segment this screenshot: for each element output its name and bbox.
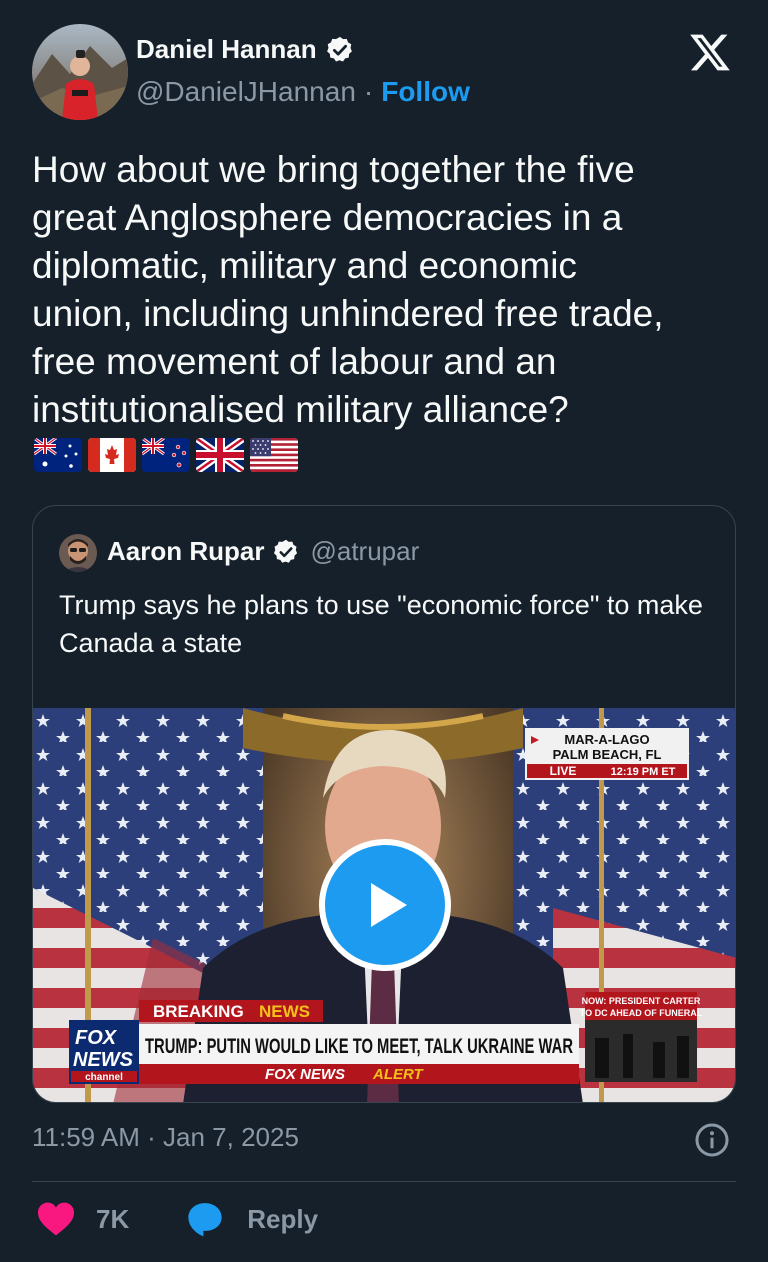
fox-logo-line-2: NEWS xyxy=(73,1049,134,1071)
author-display-name[interactable]: Daniel Hannan xyxy=(136,34,317,65)
reply-label: Reply xyxy=(247,1203,319,1234)
separator-dot: · xyxy=(363,76,374,107)
play-button[interactable] xyxy=(319,839,451,971)
verified-badge-icon xyxy=(326,36,352,61)
flag-new-zealand-icon xyxy=(142,438,190,472)
live-label: LIVE xyxy=(550,764,577,778)
fox-logo-line-1: FOX xyxy=(75,1027,118,1049)
info-icon[interactable] xyxy=(694,1122,730,1158)
quoted-author-name: Aaron Rupar xyxy=(107,536,265,566)
alert-word: ALERT xyxy=(372,1066,425,1083)
location-line-1: MAR-A-LAGO xyxy=(564,732,649,747)
author-handle-row: @DanielJHannan · Follow xyxy=(136,76,470,108)
tweet-header: Daniel Hannan @DanielJHannan · Follow xyxy=(32,24,736,120)
side-banner-line-1: NOW: PRESIDENT CARTER xyxy=(582,996,701,1006)
news-label: NEWS xyxy=(259,1002,310,1021)
chyron-headline: TRUMP: PUTIN WOULD LIKE TO MEET, TALK UK… xyxy=(145,1035,573,1058)
play-icon xyxy=(371,883,407,927)
reply-button[interactable]: Reply xyxy=(185,1200,318,1238)
tweet-actions: 7K Reply xyxy=(36,1200,318,1238)
divider xyxy=(32,1181,736,1182)
flag-emoji-row xyxy=(34,438,298,472)
side-banner-line-2: TO DC AHEAD OF FUNERAL xyxy=(580,1008,703,1018)
x-logo-icon[interactable] xyxy=(688,30,732,74)
author-avatar[interactable] xyxy=(32,24,128,120)
reply-bubble-icon xyxy=(188,1203,222,1237)
like-button[interactable]: 7K xyxy=(36,1201,129,1237)
author-handle[interactable]: @DanielJHannan xyxy=(136,76,356,108)
flag-australia-icon xyxy=(34,438,82,472)
heart-icon xyxy=(38,1202,74,1236)
tweet-text: How about we bring together the five gre… xyxy=(32,149,664,430)
flag-united-kingdom-icon xyxy=(196,438,244,472)
breaking-label: BREAKING xyxy=(153,1002,244,1021)
location-line-2: PALM BEACH, FL xyxy=(553,747,662,762)
follow-button[interactable]: Follow xyxy=(381,76,470,108)
like-count: 7K xyxy=(96,1203,130,1234)
quoted-author-row: Aaron Rupar @atrupar xyxy=(107,536,419,567)
fox-logo-line-3: channel xyxy=(85,1072,123,1083)
flag-united-states-icon xyxy=(250,438,298,472)
broadcast-time: 12:19 PM ET xyxy=(611,766,676,778)
quoted-author-avatar[interactable] xyxy=(59,534,97,572)
flag-canada-icon xyxy=(88,438,136,472)
tweet-timestamp[interactable]: 11:59 AM · Jan 7, 2025 xyxy=(32,1122,299,1153)
quoted-tweet-card[interactable]: Aaron Rupar @atrupar Trump says he plans… xyxy=(32,505,736,1103)
quoted-author-handle: @atrupar xyxy=(310,536,420,566)
alert-fox-news: FOX NEWS xyxy=(265,1066,345,1083)
quoted-tweet-text: Trump says he plans to use "economic for… xyxy=(59,590,703,658)
author-name-row: Daniel Hannan xyxy=(136,34,355,65)
quoted-verified-badge-icon xyxy=(274,539,298,563)
video-player[interactable]: MAR-A-LAGO PALM BEACH, FL LIVE 12:19 PM … xyxy=(33,708,735,1102)
